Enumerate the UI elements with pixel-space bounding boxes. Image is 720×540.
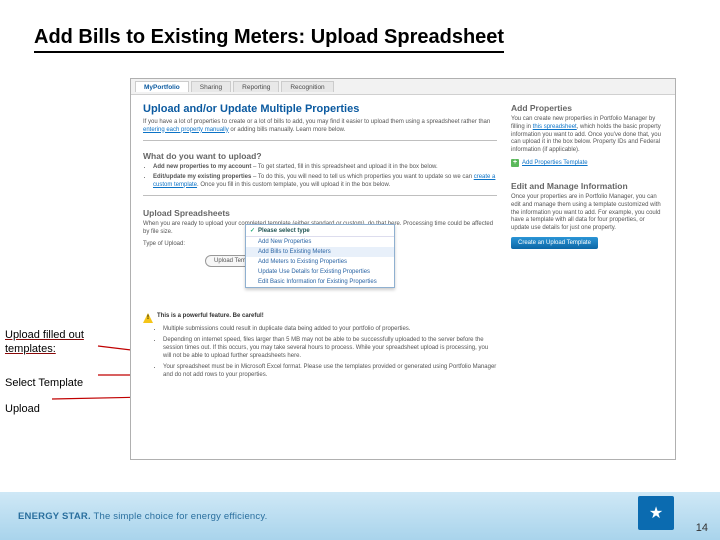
dd-edit-basic[interactable]: Edit Basic Information for Existing Prop… [246,277,394,287]
link-manual-entry[interactable]: entering each property manually [143,127,229,133]
tab-sharing[interactable]: Sharing [191,81,231,92]
side-edit-manage: Edit and Manage Information Once your pr… [511,181,663,249]
star-icon: ★ [649,503,663,523]
section-spreadsheets: Upload Spreadsheets When you are ready t… [143,208,497,379]
tab-reporting[interactable]: Reporting [233,81,279,92]
section-what-head: What do you want to upload? [143,151,497,161]
dd-add-new[interactable]: Add New Properties [246,237,394,247]
annotation-uploadbtn: Upload [5,403,84,415]
tab-recognition[interactable]: Recognition [281,81,333,92]
side-add-head: Add Properties [511,103,663,113]
type-label: Type of Upload: [143,241,199,247]
create-template-button[interactable]: Create an Upload Template [511,237,598,249]
page-title: Upload and/or Update Multiple Properties [143,103,497,115]
plus-icon: + [511,159,519,167]
tab-bar: MyPortfolio Sharing Reporting Recognitio… [131,79,675,95]
page-intro: If you have a lot of properties to creat… [143,119,497,141]
energy-star-logo: ★ [638,496,674,530]
warn-item: Your spreadsheet must be in Microsoft Ex… [163,363,497,379]
what-item-add: Add new properties to my account – To ge… [153,164,497,172]
section-what: What do you want to upload? Add new prop… [143,151,497,196]
app-window: MyPortfolio Sharing Reporting Recognitio… [130,78,676,460]
section-spread-head: Upload Spreadsheets [143,208,497,218]
warning-icon: ! [143,313,153,323]
side-edit-body: Once your properties are in Portfolio Ma… [511,194,663,233]
footer-bar: ENERGY STAR. The simple choice for energ… [0,492,720,540]
add-properties-template-link[interactable]: + Add Properties Template [511,159,663,167]
annotation-select: Select Template [5,377,84,389]
warn-item: Depending on internet speed, files large… [163,336,497,360]
slide-number: 14 [696,522,708,534]
slide-title: Add Bills to Existing Meters: Upload Spr… [34,26,504,53]
slide-annotations: Upload filled out templates: Select Temp… [5,328,84,415]
dd-add-meters[interactable]: Add Meters to Existing Properties [246,257,394,267]
dd-add-bills[interactable]: Add Bills to Existing Meters [246,247,394,257]
warning-box: !This is a powerful feature. Be careful!… [143,313,497,380]
dd-update-use[interactable]: Update Use Details for Existing Properti… [246,267,394,277]
warn-item: Multiple submissions could result in dup… [163,325,497,333]
link-this-spreadsheet[interactable]: this spreadsheet [533,124,577,130]
annotation-upload: Upload filled out templates: [5,328,84,357]
check-icon: ✓ [250,227,255,234]
footer-text: ENERGY STAR. The simple choice for energ… [18,511,267,522]
type-dropdown[interactable]: ✓Please select type Add New Properties A… [245,224,395,288]
side-edit-head: Edit and Manage Information [511,181,663,191]
what-item-edit: Edit/update my existing properties – To … [153,174,497,190]
side-add-properties: Add Properties You can create new proper… [511,103,663,167]
tab-myportfolio[interactable]: MyPortfolio [135,81,189,92]
